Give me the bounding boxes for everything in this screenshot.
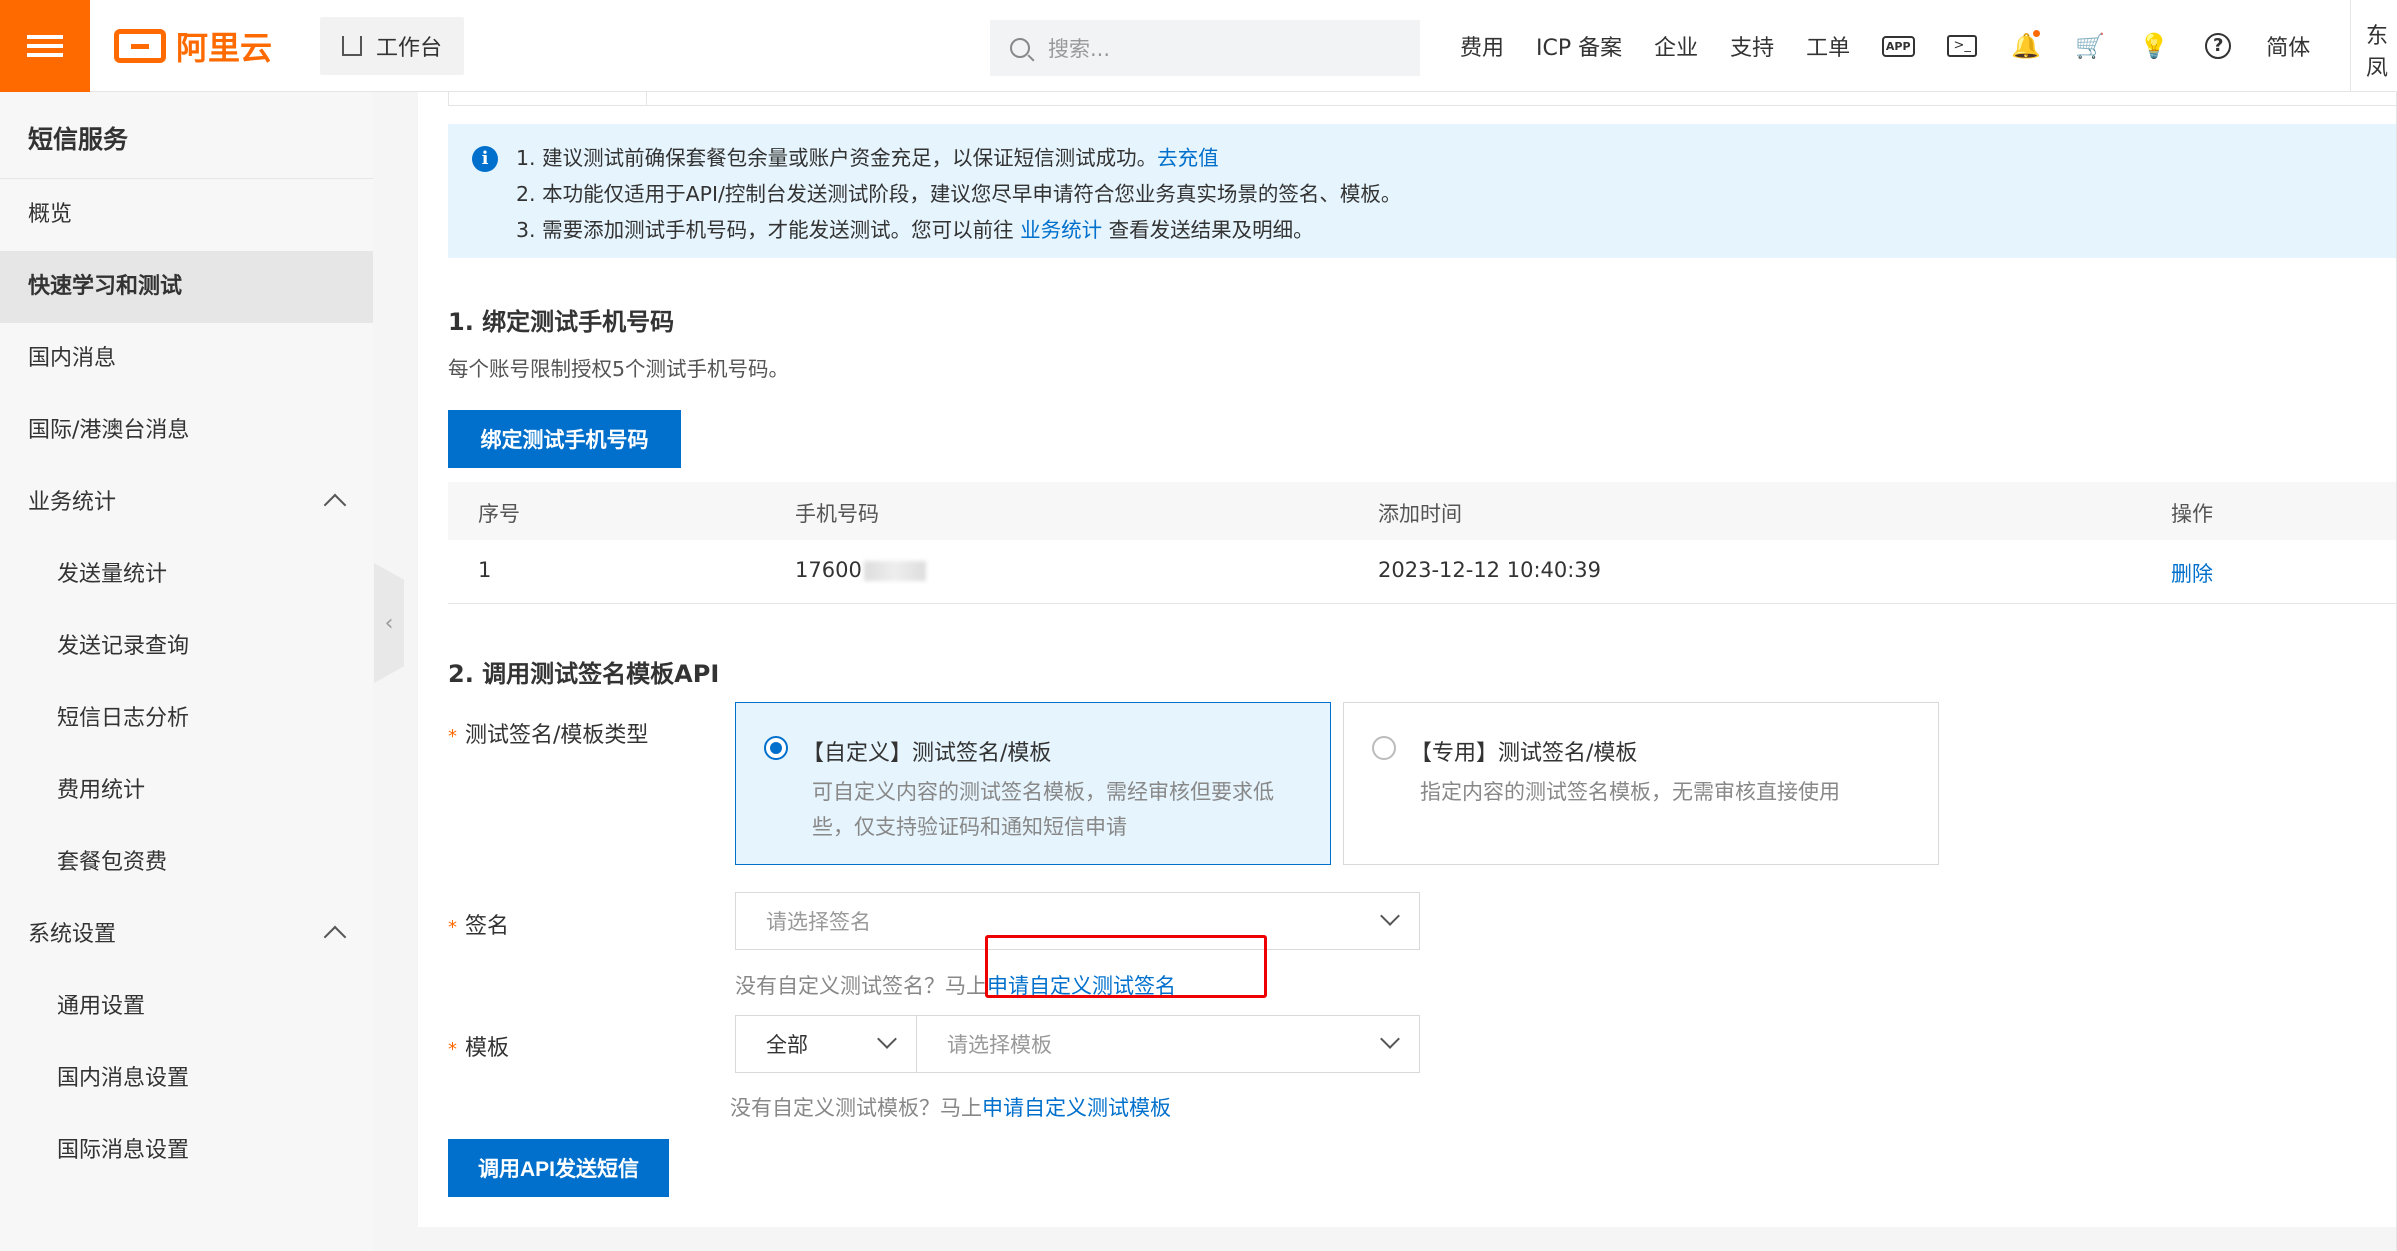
help-icon[interactable]: ? — [2202, 30, 2234, 62]
tab-divider — [448, 92, 449, 106]
template-placeholder: 请选择模板 — [947, 1033, 1052, 1057]
sidebar-item-statistics[interactable]: 业务统计 — [0, 467, 373, 539]
main-content: i 1. 建议测试前确保套餐包余量或账户资金充足，以保证短信测试成功。去充值 2… — [418, 92, 2397, 1227]
statistics-link[interactable]: 业务统计 — [1020, 218, 1102, 242]
chevron-down-icon — [1380, 1029, 1400, 1049]
sidebar-title: 短信服务 — [0, 92, 373, 179]
top-nav-links: 费用 ICP 备案 企业 支持 工单 APP >_ 🔔 🛒 💡 ? 简体 — [1460, 0, 2342, 92]
header-phone: 手机号码 — [795, 502, 879, 526]
section-2-title: 2. 调用测试签名模板API — [448, 660, 720, 688]
sidebar-item-log-analysis[interactable]: 短信日志分析 — [0, 683, 373, 755]
table-row: 1 17600 2023-12-12 10:40:39 删除 — [448, 540, 2397, 604]
app-icon[interactable]: APP — [1881, 30, 1915, 62]
sidebar-item-international-settings[interactable]: 国际消息设置 — [0, 1115, 373, 1187]
tab-strip — [448, 92, 2397, 106]
section-1-desc: 每个账号限制授权5个测试手机号码。 — [448, 357, 790, 381]
phone-table: 序号 手机号码 添加时间 操作 1 17600 2023-12-12 10:40… — [448, 482, 2397, 604]
notice-line-2: 2. 本功能仅适用于API/控制台发送测试阶段，建议您尽早申请符合您业务真实场景… — [516, 182, 1402, 206]
apply-template-link[interactable]: 申请自定义测试模板 — [982, 1096, 1171, 1120]
sign-label: * 签名 — [448, 914, 510, 939]
logo-text: 阿里云 — [176, 28, 273, 67]
nav-icp[interactable]: ICP 备案 — [1536, 30, 1622, 62]
section-1-title: 1. 绑定测试手机号码 — [448, 308, 675, 336]
nav-fees[interactable]: 费用 — [1460, 30, 1504, 62]
bell-icon[interactable]: 🔔 — [2010, 30, 2042, 62]
sidebar-item-general-settings[interactable]: 通用设置 — [0, 971, 373, 1043]
template-label: * 模板 — [448, 1036, 510, 1061]
top-navigation-bar: 阿里云 工作台 搜索... 费用 ICP 备案 企业 支持 工单 APP >_ … — [0, 0, 2397, 92]
sidebar-collapse-toggle[interactable]: ‹ — [374, 563, 404, 683]
send-sms-button[interactable]: 调用API发送短信 — [448, 1139, 669, 1197]
chevron-left-icon: ‹ — [384, 610, 394, 636]
notice-line-1: 1. 建议测试前确保套餐包余量或账户资金充足，以保证短信测试成功。去充值 — [516, 146, 1219, 170]
tab-divider — [646, 92, 647, 106]
chevron-up-icon — [323, 493, 347, 517]
sidebar-item-overview[interactable]: 概览 — [0, 179, 373, 251]
aliyun-logo[interactable]: 阿里云 — [114, 23, 272, 69]
sidebar-item-send-volume[interactable]: 发送量统计 — [0, 539, 373, 611]
template-select[interactable]: 请选择模板 — [916, 1015, 1420, 1073]
workbench-button[interactable]: 工作台 — [320, 16, 465, 75]
masked-digits — [863, 561, 926, 581]
notice-banner: i 1. 建议测试前确保套餐包余量或账户资金充足，以保证短信测试成功。去充值 2… — [448, 124, 2397, 258]
sidebar-item-settings[interactable]: 系统设置 — [0, 899, 373, 971]
sidebar-item-cost-stats[interactable]: 费用统计 — [0, 755, 373, 827]
terminal-icon[interactable]: >_ — [1946, 30, 1978, 62]
sidebar: 短信服务 概览 快速学习和测试 国内消息 国际/港澳台消息 业务统计 发送量统计… — [0, 92, 373, 1251]
sidebar-item-send-records[interactable]: 发送记录查询 — [0, 611, 373, 683]
template-filter-value: 全部 — [766, 1033, 808, 1057]
sidebar-item-domestic[interactable]: 国内消息 — [0, 323, 373, 395]
search-input[interactable]: 搜索... — [990, 20, 1420, 76]
template-filter-select[interactable]: 全部 — [735, 1015, 917, 1073]
sidebar-item-package-fees[interactable]: 套餐包资费 — [0, 827, 373, 899]
language-switch[interactable]: 简体 — [2266, 30, 2310, 62]
notice-line-3: 3. 需要添加测试手机号码，才能发送测试。您可以前往 业务统计 查看发送结果及明… — [516, 218, 1314, 242]
account-name[interactable]: 东凤 — [2366, 18, 2397, 82]
delete-link[interactable]: 删除 — [2171, 558, 2213, 588]
header-index: 序号 — [478, 502, 520, 526]
nav-ticket[interactable]: 工单 — [1806, 30, 1850, 62]
chevron-down-icon — [1380, 906, 1400, 926]
table-header: 序号 手机号码 添加时间 操作 — [448, 482, 2397, 540]
nav-enterprise[interactable]: 企业 — [1654, 30, 1698, 62]
sidebar-item-quick-start[interactable]: 快速学习和测试 — [0, 251, 373, 323]
cell-index: 1 — [478, 558, 492, 582]
notification-dot — [2033, 30, 2041, 37]
option-desc: 可自定义内容的测试签名模板，需经审核但要求低些，仅支持验证码和通知短信申请 — [812, 780, 1274, 839]
recharge-link[interactable]: 去充值 — [1157, 146, 1219, 170]
aliyun-logo-icon — [114, 28, 166, 63]
home-icon — [342, 35, 363, 56]
cart-icon[interactable]: 🛒 — [2074, 30, 2106, 62]
menu-icon[interactable] — [0, 0, 90, 92]
header-time: 添加时间 — [1378, 502, 1462, 526]
cell-time: 2023-12-12 10:40:39 — [1378, 558, 1602, 582]
radio-unselected[interactable] — [1372, 736, 1396, 760]
custom-type-option[interactable]: 【自定义】测试签名/模板 可自定义内容的测试签名模板，需经审核但要求低些，仅支持… — [735, 702, 1331, 865]
sidebar-item-international[interactable]: 国际/港澳台消息 — [0, 395, 373, 467]
lightbulb-icon[interactable]: 💡 — [2138, 30, 2170, 62]
chevron-up-icon — [323, 925, 347, 949]
nav-support[interactable]: 支持 — [1730, 30, 1774, 62]
info-icon: i — [472, 146, 498, 172]
cell-phone: 17600 — [795, 558, 926, 582]
header-action: 操作 — [2171, 502, 2213, 526]
highlight-annotation-box — [985, 935, 1267, 998]
chevron-down-icon — [877, 1029, 897, 1049]
top-divider — [2350, 0, 2351, 92]
option-title: 【专用】测试签名/模板 — [1410, 741, 1638, 766]
template-hint: 没有自定义测试模板？马上申请自定义测试模板 — [730, 1096, 1171, 1120]
search-icon — [1010, 38, 1030, 58]
sidebar-item-domestic-settings[interactable]: 国内消息设置 — [0, 1043, 373, 1115]
option-title: 【自定义】测试签名/模板 — [802, 741, 1052, 766]
workbench-label: 工作台 — [376, 35, 443, 61]
bind-phone-button[interactable]: 绑定测试手机号码 — [448, 410, 681, 468]
radio-selected[interactable] — [764, 736, 788, 760]
option-desc: 指定内容的测试签名模板，无需审核直接使用 — [1420, 780, 1840, 804]
type-label: * 测试签名/模板类型 — [448, 723, 649, 748]
search-placeholder: 搜索... — [1048, 37, 1111, 61]
sign-placeholder: 请选择签名 — [766, 910, 871, 934]
dedicated-type-option[interactable]: 【专用】测试签名/模板 指定内容的测试签名模板，无需审核直接使用 — [1343, 702, 1939, 865]
